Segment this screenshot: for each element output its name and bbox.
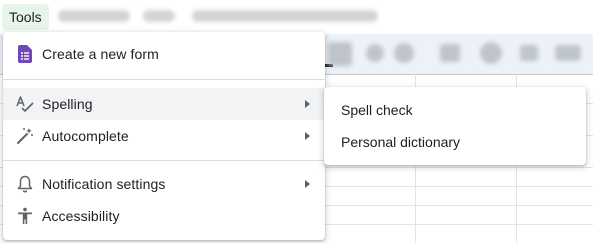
submenu-arrow-icon xyxy=(305,132,310,140)
bell-icon xyxy=(15,174,35,194)
spelling-submenu: Spell check Personal dictionary xyxy=(324,87,586,165)
menu-item-label: Notification settings xyxy=(42,176,166,192)
toolbar-button-blurred[interactable] xyxy=(440,44,460,62)
menu-item-spelling[interactable]: Spelling xyxy=(3,88,325,120)
menu-item-autocomplete[interactable]: Autocomplete xyxy=(3,120,325,152)
spellcheck-icon xyxy=(15,94,35,114)
menu-tools[interactable]: Tools xyxy=(2,4,49,30)
menu-item-label: Accessibility xyxy=(42,208,120,224)
tools-menu: Create a new form Spelling Autocomplete xyxy=(3,32,325,240)
menu-item-label: Autocomplete xyxy=(42,128,129,144)
menu-separator xyxy=(3,160,325,161)
toolbar-button-blurred[interactable] xyxy=(394,43,414,63)
menu-item-notification-settings[interactable]: Notification settings xyxy=(3,168,325,200)
menu-help-blurred[interactable] xyxy=(143,10,175,22)
submenu-arrow-icon xyxy=(305,100,310,108)
magic-wand-icon xyxy=(15,126,35,146)
toolbar-button-blurred[interactable] xyxy=(555,45,581,61)
toolbar-button-blurred[interactable] xyxy=(480,42,502,64)
toolbar-button-blurred[interactable] xyxy=(366,44,384,62)
menu-item-label: Create a new form xyxy=(42,46,159,62)
last-edit-blurred[interactable] xyxy=(192,10,378,22)
submenu-item-spell-check[interactable]: Spell check xyxy=(324,94,586,126)
submenu-item-label: Personal dictionary xyxy=(341,134,461,150)
submenu-item-label: Spell check xyxy=(341,102,413,118)
menu-extensions-blurred[interactable] xyxy=(58,10,130,22)
toolbar-button-blurred[interactable] xyxy=(328,42,352,66)
forms-icon xyxy=(15,44,35,64)
menu-item-accessibility[interactable]: Accessibility xyxy=(3,200,325,232)
accessibility-icon xyxy=(15,206,35,226)
menu-separator xyxy=(3,79,325,80)
submenu-item-personal-dictionary[interactable]: Personal dictionary xyxy=(324,126,586,158)
menubar: Tools xyxy=(0,0,593,34)
submenu-arrow-icon xyxy=(305,180,310,188)
menu-item-create-form[interactable]: Create a new form xyxy=(3,38,325,70)
toolbar-button-blurred[interactable] xyxy=(520,45,538,61)
menu-item-label: Spelling xyxy=(42,96,93,112)
